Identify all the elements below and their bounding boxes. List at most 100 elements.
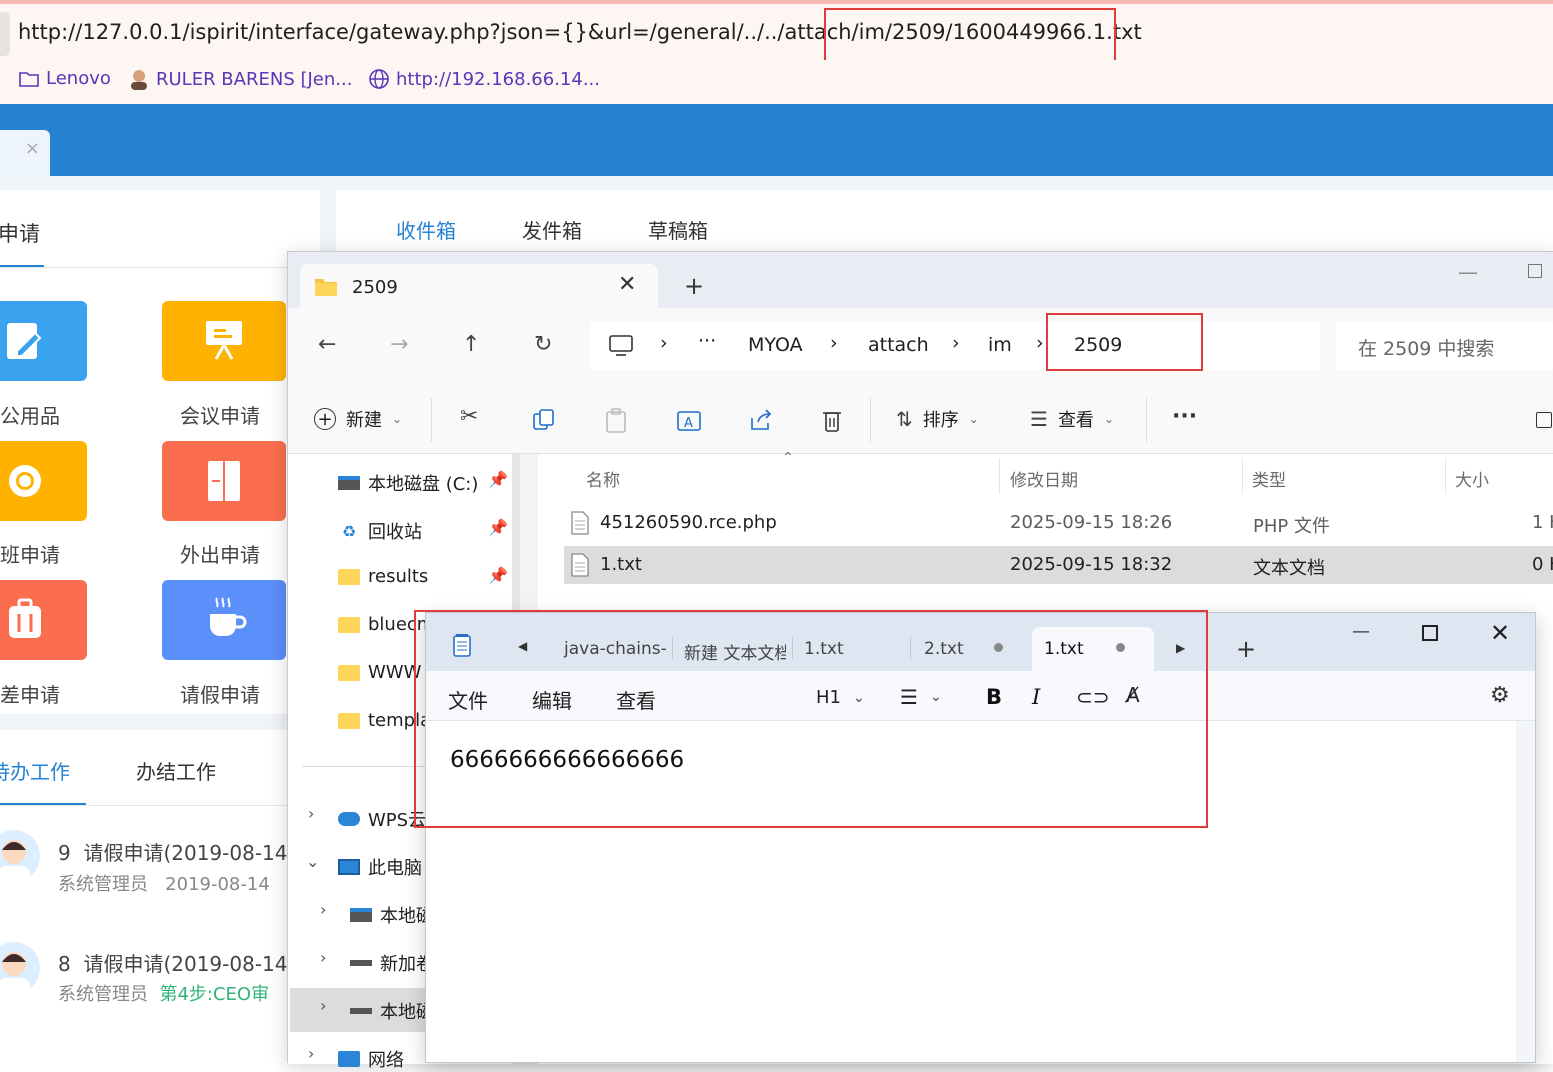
sidebar-item-network[interactable]: 网络 xyxy=(338,1046,404,1072)
clear-formatting-icon[interactable]: A̸ xyxy=(1126,683,1140,707)
office-supplies-tile[interactable] xyxy=(0,301,87,381)
view-button[interactable]: ☰ 查看 ⌄ xyxy=(1030,406,1114,432)
sidebar-item-www[interactable]: WWW xyxy=(338,662,421,683)
table-row[interactable]: 451260590.rce.php 2025-09-15 18:26 PHP 文… xyxy=(564,502,1553,544)
copy-icon[interactable] xyxy=(532,408,556,432)
menu-view[interactable]: 查看 xyxy=(616,685,656,714)
details-pane-icon[interactable] xyxy=(1536,412,1552,428)
tab-1-txt[interactable]: 1.txt xyxy=(804,639,844,659)
scroll-right-icon[interactable]: ▶ xyxy=(1176,641,1185,655)
sidebar-item-new-volume[interactable]: 新加卷 xyxy=(350,950,434,976)
oa-tab[interactable]: × xyxy=(0,130,50,176)
new-button[interactable]: + 新建 ⌄ xyxy=(314,406,402,432)
work-item-title[interactable]: 8 请假申请(2019-08-14 xyxy=(58,948,288,977)
new-tab-icon[interactable]: + xyxy=(1236,635,1256,663)
column-header-type[interactable]: 类型 xyxy=(1252,466,1286,491)
share-icon[interactable] xyxy=(748,408,774,432)
tile-label: 出差申请 xyxy=(0,683,60,707)
maximize-icon[interactable] xyxy=(1422,625,1438,641)
tab-drafts[interactable]: 草稿箱 xyxy=(648,215,708,244)
chevron-right-icon[interactable]: › xyxy=(308,804,314,823)
url-text[interactable]: http://127.0.0.1/ispirit/interface/gatew… xyxy=(18,20,1142,44)
more-icon[interactable]: ··· xyxy=(698,330,716,352)
sidebar-item-c-drive[interactable]: 本地磁盘 (C:) xyxy=(338,470,478,496)
menu-file[interactable]: 文件 xyxy=(448,685,488,714)
column-header-date[interactable]: 修改日期 xyxy=(1010,466,1078,491)
bookmark-ip[interactable]: http://192.168.66.14... xyxy=(368,68,600,90)
bookmark-ruler-barens[interactable]: RULER BARENS [Jen... xyxy=(128,68,352,90)
rename-icon[interactable]: A xyxy=(676,408,702,434)
close-icon[interactable]: × xyxy=(25,138,40,159)
scroll-left-icon[interactable]: ◀ xyxy=(518,639,527,653)
work-item-title[interactable]: 9 请假申请(2019-08-14 xyxy=(58,837,288,866)
tab-done-work[interactable]: 办结工作 xyxy=(136,756,216,785)
notepad-content[interactable]: 6666666666666666 xyxy=(450,747,684,773)
minimize-icon[interactable]: — xyxy=(1352,621,1370,642)
italic-icon[interactable]: I xyxy=(1032,685,1040,709)
file-name: 451260590.rce.php xyxy=(600,512,777,533)
close-icon[interactable]: ✕ xyxy=(618,272,636,297)
sidebar-item-templates[interactable]: templa xyxy=(338,710,431,731)
forward-arrow-icon[interactable]: → xyxy=(390,332,408,357)
overtime-tile[interactable] xyxy=(0,441,87,521)
more-options-icon[interactable]: ··· xyxy=(1172,404,1197,429)
breadcrumb-attach[interactable]: attach xyxy=(868,334,929,356)
link-icon[interactable]: ⊂⊃ xyxy=(1076,685,1110,709)
up-arrow-icon[interactable]: ↑ xyxy=(462,332,480,357)
chevron-right-icon[interactable]: › xyxy=(308,1044,314,1063)
sidebar-item-local-disk-1[interactable]: 本地磁 xyxy=(350,902,434,928)
new-tab-icon[interactable]: + xyxy=(684,272,704,300)
table-row[interactable]: 1.txt 2025-09-15 18:32 文本文档 0 K xyxy=(564,546,1553,584)
chevron-right-icon[interactable]: › xyxy=(320,948,326,967)
cut-icon[interactable]: ✂ xyxy=(460,404,478,429)
breadcrumb-myoa[interactable]: MYOA xyxy=(748,334,803,356)
bookmark-lenovo[interactable]: Lenovo xyxy=(18,68,111,89)
breadcrumb[interactable]: › ··· MYOA › attach › im › 2509 xyxy=(590,322,1320,370)
minimize-icon[interactable]: — xyxy=(1458,260,1478,284)
sidebar-item-local-disk-2[interactable]: 本地磁 xyxy=(350,998,434,1024)
heading-dropdown[interactable]: H1 ⌄ xyxy=(816,687,865,708)
list-dropdown[interactable]: ☰ ⌄ xyxy=(900,685,942,709)
paste-icon[interactable] xyxy=(604,408,628,434)
tab-java-chains[interactable]: java-chains- xyxy=(564,639,667,659)
out-tile[interactable] xyxy=(162,441,286,521)
sidebar-item-this-pc[interactable]: 此电脑 xyxy=(338,854,422,880)
breadcrumb-im[interactable]: im xyxy=(988,334,1012,356)
sidebar-item-recycle-bin[interactable]: ♻ 回收站 xyxy=(338,518,422,544)
sidebar-item-bluecm[interactable]: bluecm xyxy=(338,614,434,635)
chevron-right-icon: › xyxy=(952,332,960,354)
tab-inbox[interactable]: 收件箱 xyxy=(396,215,456,244)
business-trip-tile[interactable] xyxy=(0,580,87,660)
chevron-right-icon[interactable]: › xyxy=(320,996,326,1015)
meeting-tile[interactable] xyxy=(162,301,286,381)
tab-1-txt-active[interactable]: 1.txt xyxy=(1032,627,1154,671)
bold-icon[interactable]: B xyxy=(986,685,1002,709)
delete-icon[interactable] xyxy=(820,408,844,434)
close-icon[interactable]: ✕ xyxy=(1490,619,1510,647)
column-header-name[interactable]: 名称 xyxy=(586,466,620,491)
tab-2-txt[interactable]: 2.txt xyxy=(924,639,964,659)
suitcase-icon xyxy=(9,598,41,638)
work-item-number: 8 xyxy=(58,952,71,976)
back-arrow-icon[interactable]: ← xyxy=(318,332,336,357)
chevron-down-icon[interactable]: ⌄ xyxy=(306,852,319,871)
breadcrumb-2509[interactable]: 2509 xyxy=(1074,334,1122,356)
explorer-tab[interactable]: 2509 ✕ xyxy=(300,264,658,310)
work-item-step: 第4步:CEO审 xyxy=(159,984,270,1005)
settings-gear-icon[interactable]: ⚙ xyxy=(1490,683,1510,708)
search-input[interactable]: 在 2509 中搜索 xyxy=(1336,322,1553,370)
divider xyxy=(870,398,871,442)
refresh-icon[interactable]: ↻ xyxy=(534,332,552,357)
tab-todo-work[interactable]: 待办工作 xyxy=(0,756,70,785)
column-header-size[interactable]: 大小 xyxy=(1455,466,1489,491)
chevron-right-icon[interactable]: › xyxy=(320,900,326,919)
sidebar-item-results[interactable]: results xyxy=(338,566,428,587)
tab-new-text-document[interactable]: 新建 文本文档 xyxy=(684,639,786,664)
address-bar[interactable]: http://127.0.0.1/ispirit/interface/gatew… xyxy=(0,0,1553,60)
menu-edit[interactable]: 编辑 xyxy=(532,685,572,714)
tab-sent[interactable]: 发件箱 xyxy=(522,215,582,244)
vertical-scrollbar[interactable] xyxy=(1516,721,1535,1062)
maximize-icon[interactable] xyxy=(1528,264,1542,278)
leave-tile[interactable] xyxy=(162,580,286,660)
sort-button[interactable]: ⇅ 排序 ⌄ xyxy=(896,406,979,432)
